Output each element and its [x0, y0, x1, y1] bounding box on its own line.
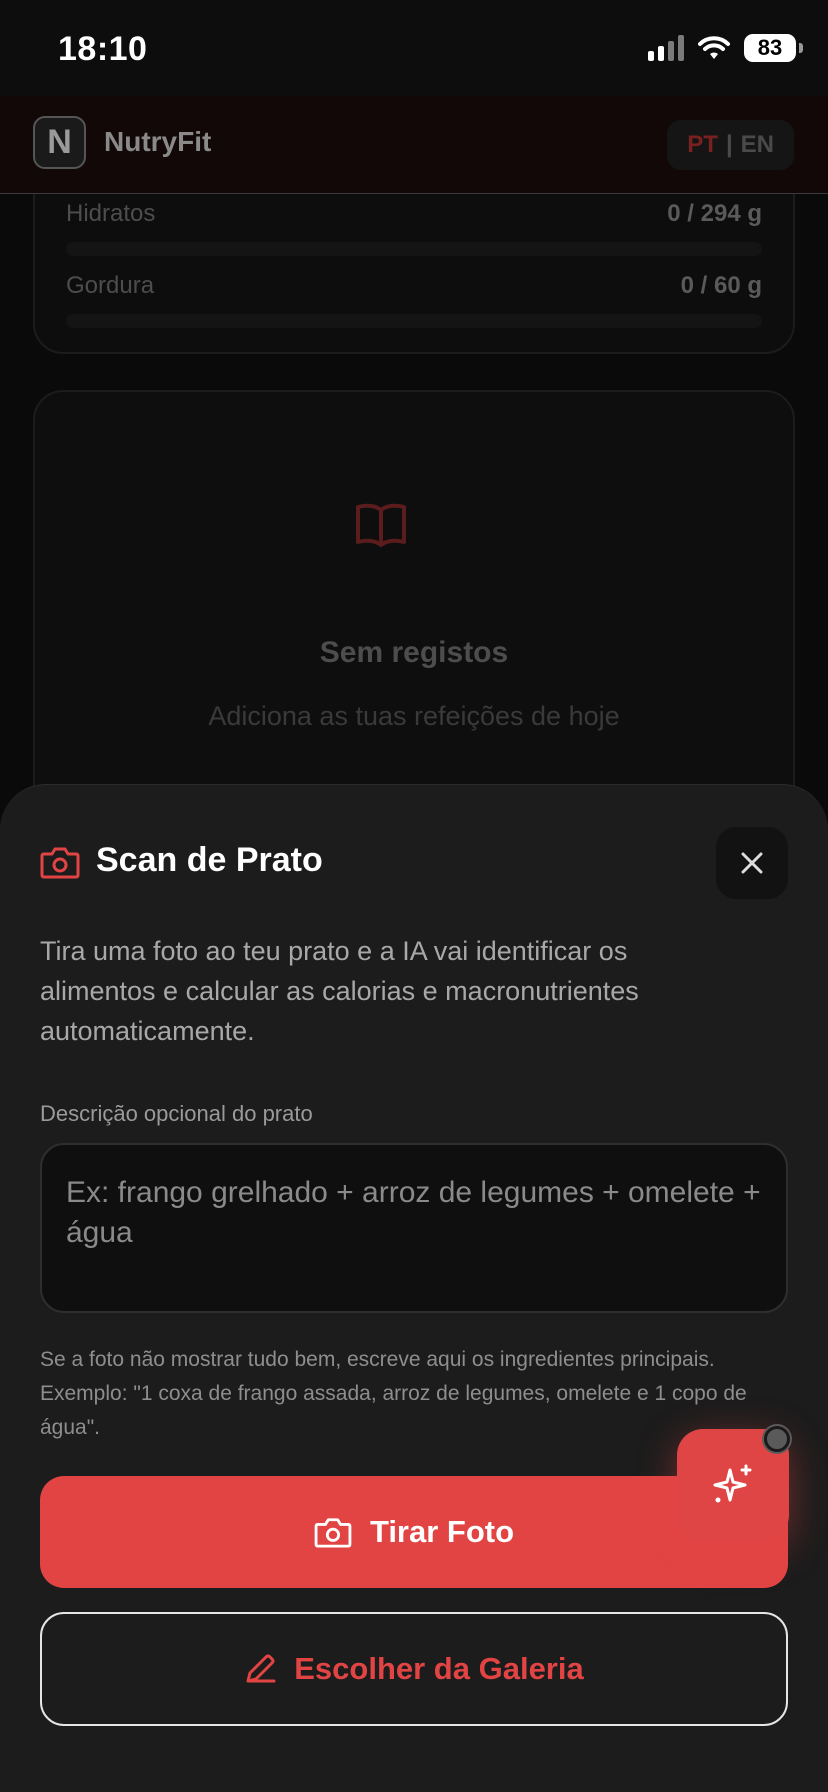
- sheet-title: Scan de Prato: [96, 841, 323, 879]
- lang-pt[interactable]: PT: [687, 131, 718, 159]
- camera-icon: [314, 1518, 352, 1548]
- language-toggle[interactable]: PT | EN: [667, 120, 794, 170]
- battery-level: 83: [757, 35, 783, 60]
- macro-label: Gordura: [66, 272, 155, 299]
- signal-icon: [648, 35, 684, 61]
- sheet-description: Tira uma foto ao teu prato e a IA vai id…: [40, 936, 639, 1046]
- scan-plate-sheet: Scan de Prato Tira uma foto ao teu prato…: [0, 784, 828, 1792]
- description-hint: Se a foto não mostrar tudo bem, escreve …: [40, 1348, 747, 1439]
- notification-dot: [764, 1426, 790, 1452]
- lang-en[interactable]: EN: [741, 131, 774, 159]
- macro-progress-bar: [66, 314, 762, 328]
- macro-label: Hidratos: [66, 200, 156, 227]
- brand-name: NutryFit: [104, 126, 212, 157]
- app-header: N NutryFit PT | EN: [0, 96, 828, 194]
- battery-icon: 83: [744, 34, 803, 62]
- close-icon: [741, 852, 763, 874]
- macro-value: 0 / 294 g: [667, 200, 762, 227]
- camera-icon: [40, 847, 80, 879]
- app-logo: N: [33, 116, 86, 169]
- sparkles-icon: [713, 1464, 752, 1503]
- status-bar: 18:10 83: [0, 0, 828, 96]
- take-photo-button[interactable]: Tirar Foto: [40, 1476, 788, 1588]
- choose-gallery-button[interactable]: Escolher da Galeria: [40, 1612, 788, 1726]
- lang-separator: |: [725, 131, 733, 158]
- wifi-icon: [698, 36, 730, 59]
- status-icons: 83: [648, 34, 803, 62]
- description-field-label: Descrição opcional do prato: [40, 1101, 313, 1126]
- close-button[interactable]: [716, 827, 788, 899]
- logo-letter: N: [47, 123, 72, 161]
- choose-gallery-label: Escolher da Galeria: [294, 1651, 584, 1686]
- take-photo-label: Tirar Foto: [369, 1514, 515, 1549]
- macro-value: 0 / 60 g: [680, 272, 762, 299]
- plate-description-input[interactable]: [40, 1143, 788, 1313]
- book-icon: [356, 503, 406, 547]
- screen: 18:10 83 N NutryFit PT | EN Hidratos 0 /…: [0, 0, 828, 1792]
- empty-state-title: Sem registos: [319, 636, 509, 669]
- status-time: 18:10: [58, 30, 148, 68]
- macro-progress-bar: [66, 242, 762, 256]
- empty-state-subtitle: Adiciona as tuas refeições de hoje: [208, 701, 620, 731]
- pencil-icon: [246, 1654, 276, 1683]
